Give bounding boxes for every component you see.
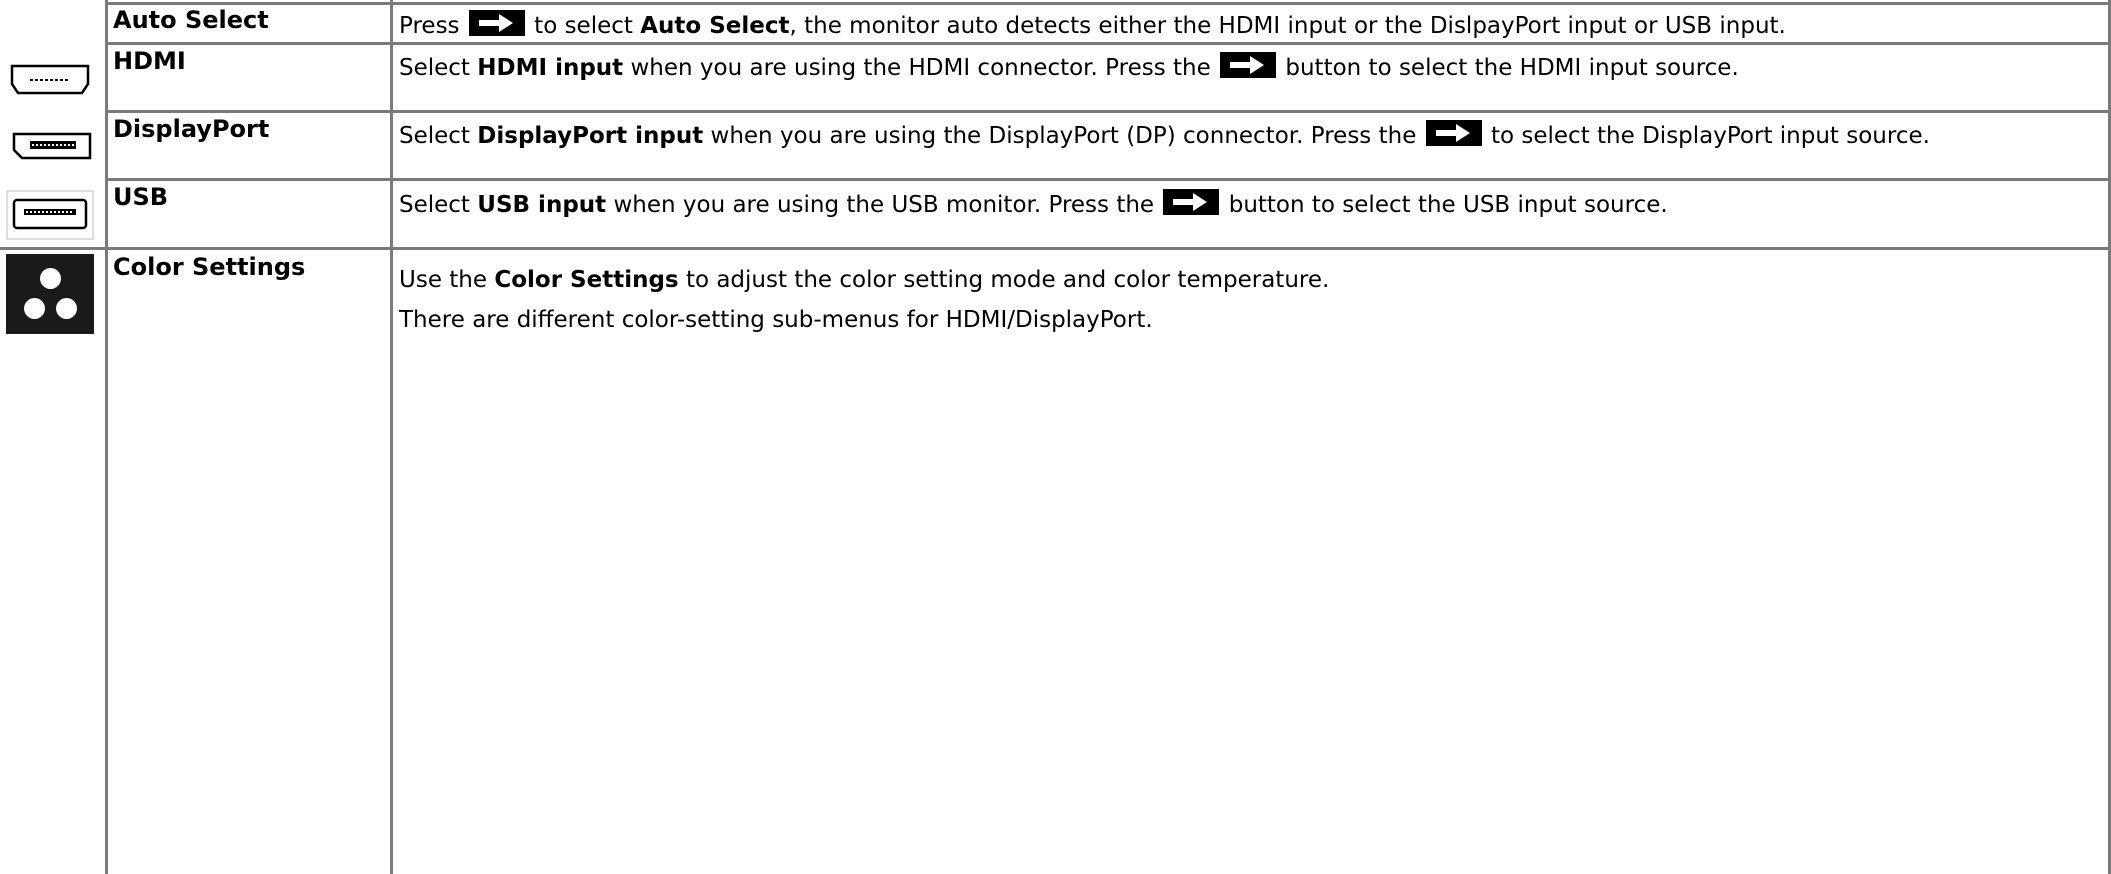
arrow-key-icon: [1425, 120, 1482, 146]
row-divider: [0, 247, 2111, 250]
row-desc-color-settings: Use the Color Settings to adjust the col…: [399, 267, 1330, 333]
displayport-icon: [10, 128, 94, 170]
row-label-hdmi: HDMI: [113, 47, 186, 75]
row-desc-hdmi: Select HDMI input when you are using the…: [399, 52, 1739, 83]
row-divider: [105, 2, 2111, 5]
arrow-key-icon: [1163, 189, 1220, 215]
table-border-middle: [390, 0, 393, 874]
table-border-left: [105, 0, 108, 874]
usb-port-icon: [6, 190, 94, 246]
row-label-auto-select: Auto Select: [113, 6, 269, 34]
color-settings-icon: [6, 254, 94, 334]
hdmi-port-icon: [8, 62, 92, 104]
row-divider: [105, 42, 2111, 45]
row-desc-displayport: Select DisplayPort input when you are us…: [399, 120, 1930, 151]
row-desc-usb: Select USB input when you are using the …: [399, 189, 1668, 220]
row-divider: [105, 178, 2111, 181]
arrow-key-icon: [1220, 52, 1277, 78]
arrow-key-icon: [468, 10, 525, 36]
row-label-displayport: DisplayPort: [113, 115, 270, 143]
row-divider: [105, 110, 2111, 113]
row-label-color-settings: Color Settings: [113, 253, 306, 281]
row-label-usb: USB: [113, 183, 169, 211]
row-desc-auto-select: Press to select Auto Select, the monitor…: [399, 10, 1786, 41]
